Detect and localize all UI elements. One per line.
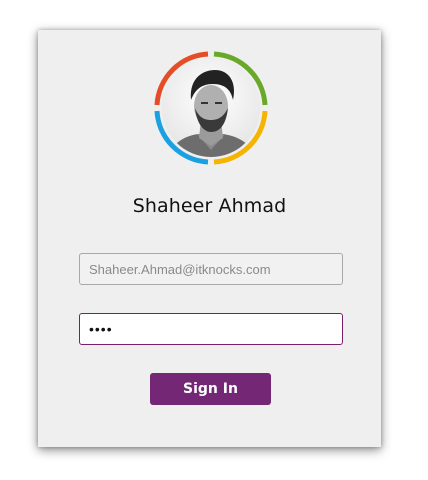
email-field[interactable]: [79, 253, 343, 285]
user-name: Shaheer Ahmad: [132, 195, 287, 217]
avatar: [153, 50, 269, 166]
login-card: Shaheer Ahmad Sign In: [38, 30, 381, 447]
avatar-ring-icon: [154, 51, 268, 165]
password-field[interactable]: [79, 313, 343, 345]
sign-in-button[interactable]: Sign In: [150, 373, 271, 405]
